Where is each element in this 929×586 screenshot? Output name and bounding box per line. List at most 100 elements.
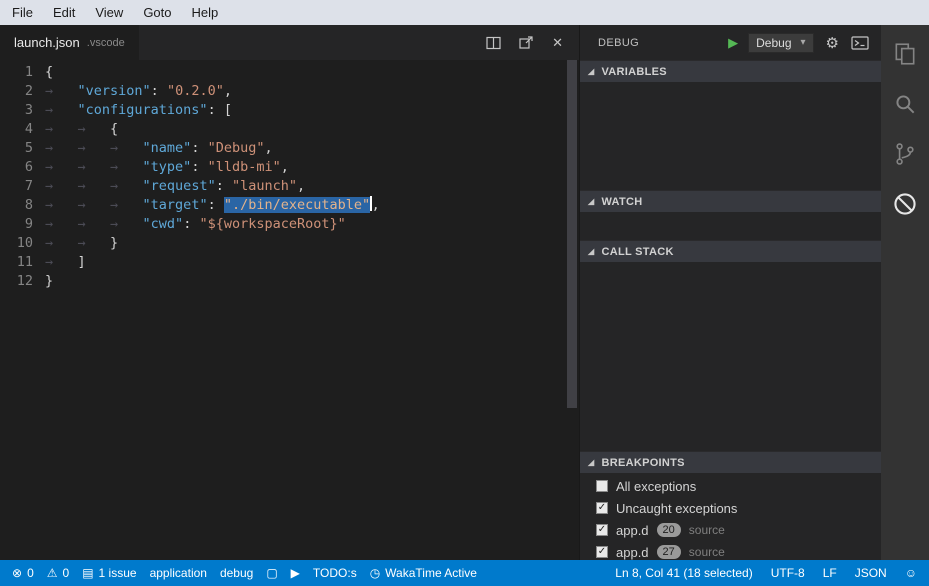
menu-item-goto[interactable]: Goto — [133, 0, 181, 25]
status-label: WakaTime Active — [385, 566, 477, 580]
code-line[interactable]: 2→ "version": "0.2.0", — [0, 82, 565, 101]
debug-config-dropdown[interactable]: Debug ▾ — [748, 33, 813, 53]
open-preview-icon[interactable] — [519, 36, 534, 50]
run-icon: ▶ — [291, 567, 300, 579]
code-line[interactable]: 7→ → → "request": "launch", — [0, 177, 565, 196]
breakpoint-row[interactable]: All exceptions — [580, 475, 881, 497]
code-token: "Debug" — [208, 140, 265, 156]
start-debug-button[interactable]: ▶ — [728, 35, 738, 51]
code-line[interactable]: 12} — [0, 272, 565, 291]
code-line[interactable]: 4→ → { — [0, 120, 565, 139]
section-header-watch[interactable]: ◢ WATCH — [580, 190, 881, 212]
breakpoint-row[interactable]: ✓Uncaught exceptions — [580, 497, 881, 519]
code-editor[interactable]: 1{2→ "version": "0.2.0",3→ "configuratio… — [0, 60, 565, 560]
code-token: "name" — [143, 140, 192, 156]
line-number[interactable]: 5 — [0, 139, 45, 158]
code-line[interactable]: 10→ → } — [0, 234, 565, 253]
status-item[interactable]: ▤1 issue — [82, 566, 136, 580]
line-number[interactable]: 11 — [0, 253, 45, 272]
line-number[interactable]: 3 — [0, 101, 45, 120]
activity-explorer[interactable] — [881, 29, 929, 79]
section-header-breakpoints[interactable]: ◢ BREAKPOINTS — [580, 451, 881, 473]
code-line[interactable]: 3→ "configurations": [ — [0, 101, 565, 120]
code-line[interactable]: 1{ — [0, 63, 565, 82]
status-item[interactable]: ▢ — [266, 567, 277, 579]
activity-debug[interactable] — [881, 179, 929, 229]
breakpoint-checkbox[interactable]: ✓ — [596, 524, 608, 536]
section-header-variables[interactable]: ◢ VARIABLES — [580, 60, 881, 82]
status-item[interactable]: debug — [220, 566, 253, 580]
gear-icon[interactable]: ⚙ — [826, 34, 839, 52]
breakpoint-source: source — [689, 523, 725, 537]
status-item[interactable]: ▶ — [291, 567, 300, 579]
line-number[interactable]: 2 — [0, 82, 45, 101]
code-token: : [ — [208, 102, 232, 118]
collapse-icon: ◢ — [588, 197, 594, 206]
line-number[interactable]: 7 — [0, 177, 45, 196]
tab-indicator: → — [110, 178, 143, 194]
line-number[interactable]: 4 — [0, 120, 45, 139]
activity-git[interactable] — [881, 129, 929, 179]
code-token: "configurations" — [78, 102, 208, 118]
line-number[interactable]: 9 — [0, 215, 45, 234]
debug-icon — [891, 190, 919, 218]
status-label: UTF-8 — [771, 566, 805, 580]
debug-panel-header: DEBUG ▶ Debug ▾ ⚙ — [580, 25, 881, 60]
status-label: 0 — [63, 566, 70, 580]
status-item[interactable]: application — [150, 566, 207, 580]
debug-console-icon[interactable] — [851, 36, 869, 50]
breakpoint-row[interactable]: ✓app.d27source — [580, 541, 881, 560]
status-item[interactable]: ☺ — [905, 567, 917, 579]
tab-indicator: → — [78, 121, 111, 137]
breakpoint-checkbox[interactable] — [596, 480, 608, 492]
code-token: "0.2.0" — [167, 83, 224, 99]
status-item[interactable]: TODO:s — [313, 566, 357, 580]
section-title: VARIABLES — [601, 66, 666, 78]
line-number[interactable]: 10 — [0, 234, 45, 253]
code-line[interactable]: 5→ → → "name": "Debug", — [0, 139, 565, 158]
menu-item-help[interactable]: Help — [182, 0, 229, 25]
watch-content — [580, 212, 881, 240]
section-title: WATCH — [601, 196, 642, 208]
status-item[interactable]: Ln 8, Col 41 (18 selected) — [615, 566, 752, 580]
line-number[interactable]: 12 — [0, 272, 45, 291]
main-area: launch.json .vscode — [0, 25, 929, 560]
menu-item-edit[interactable]: Edit — [43, 0, 85, 25]
breakpoint-source: source — [689, 545, 725, 559]
code-token: "lldb-mi" — [208, 159, 281, 175]
line-number[interactable]: 1 — [0, 63, 45, 82]
chevron-down-icon: ▾ — [801, 37, 806, 48]
status-item[interactable]: ⚠0 — [47, 566, 69, 580]
issues-icon: ▤ — [82, 567, 93, 579]
line-number[interactable]: 6 — [0, 158, 45, 177]
status-right: Ln 8, Col 41 (18 selected) UTF-8 LF JSON ☺ — [615, 566, 917, 580]
status-item[interactable]: ⊗0 — [12, 566, 34, 580]
breakpoint-checkbox[interactable]: ✓ — [596, 546, 608, 558]
panel-title: DEBUG — [598, 37, 639, 49]
editor-scrollbar[interactable] — [565, 60, 579, 560]
status-item[interactable]: LF — [823, 566, 837, 580]
status-item[interactable]: JSON — [855, 566, 887, 580]
breakpoint-checkbox[interactable]: ✓ — [596, 502, 608, 514]
line-number[interactable]: 8 — [0, 196, 45, 215]
activity-search[interactable] — [881, 79, 929, 129]
code-line[interactable]: 11→ ] — [0, 253, 565, 272]
code-line[interactable]: 9→ → → "cwd": "${workspaceRoot}" — [0, 215, 565, 234]
status-left: ⊗0⚠0▤1 issueapplicationdebug▢▶TODO:s◷Wak… — [12, 566, 477, 580]
code-token: ] — [78, 254, 86, 270]
breakpoint-row[interactable]: ✓app.d20source — [580, 519, 881, 541]
code-line[interactable]: 6→ → → "type": "lldb-mi", — [0, 158, 565, 177]
section-header-callstack[interactable]: ◢ CALL STACK — [580, 240, 881, 262]
code-line[interactable]: 8→ → → "target": "./bin/executable", — [0, 196, 565, 215]
menu-item-view[interactable]: View — [85, 0, 133, 25]
scrollbar-thumb[interactable] — [567, 60, 577, 408]
status-item[interactable]: UTF-8 — [771, 566, 805, 580]
tab-indicator: → — [45, 178, 78, 194]
editor-tab[interactable]: launch.json .vscode — [0, 25, 139, 60]
selected-text: "./bin/executable" — [224, 197, 370, 213]
status-item[interactable]: ◷WakaTime Active — [370, 566, 477, 580]
warning-icon: ⚠ — [47, 567, 58, 579]
close-icon[interactable]: ✕ — [552, 35, 563, 51]
split-editor-icon[interactable] — [486, 36, 501, 50]
menu-item-file[interactable]: File — [2, 0, 43, 25]
